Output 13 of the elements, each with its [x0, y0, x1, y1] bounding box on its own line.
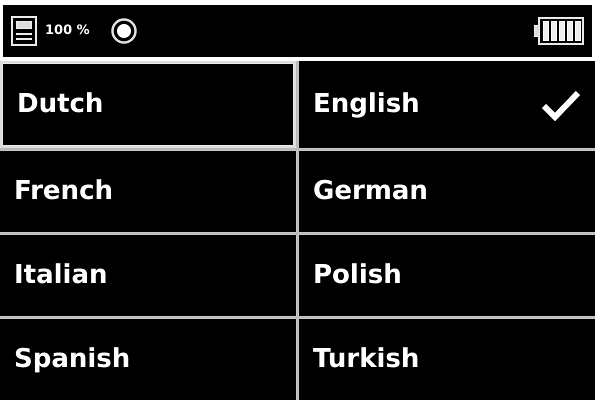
language-option[interactable]: Italian	[0, 235, 296, 316]
language-option[interactable]: Turkish	[299, 319, 595, 400]
circle-icon	[110, 17, 138, 45]
checkmark-icon	[541, 88, 581, 120]
memory-percent: 100 %	[45, 22, 90, 40]
storage-card-icon	[11, 16, 37, 46]
language-option[interactable]: Polish	[299, 235, 595, 316]
language-option[interactable]: English	[299, 61, 595, 148]
language-option[interactable]: French	[0, 151, 296, 232]
battery-icon	[534, 16, 584, 46]
language-option[interactable]: German	[299, 151, 595, 232]
language-option[interactable]: Spanish	[0, 319, 296, 400]
language-option[interactable]: Dutch	[0, 61, 296, 148]
